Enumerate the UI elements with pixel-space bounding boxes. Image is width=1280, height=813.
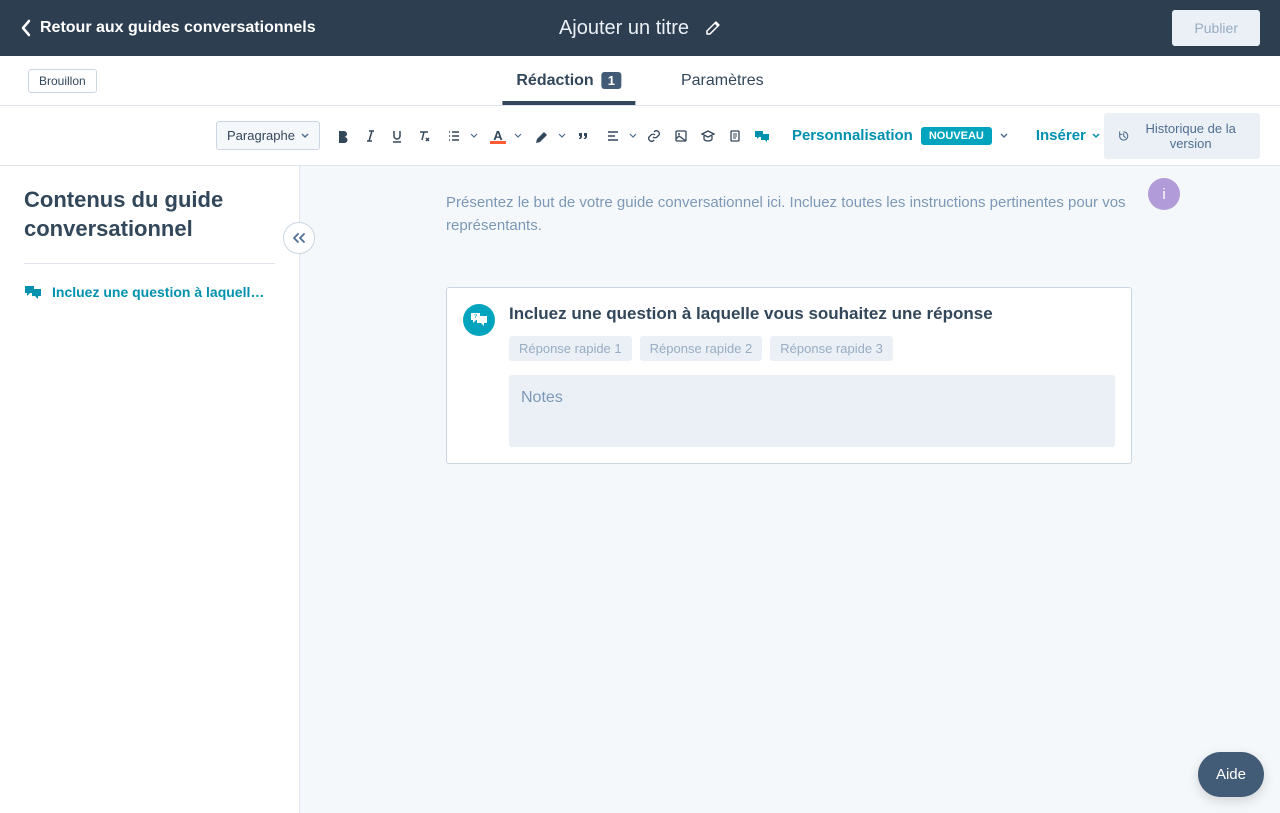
quote-icon	[576, 129, 590, 143]
quick-answer-2[interactable]: Réponse rapide 2	[640, 336, 763, 361]
document-button[interactable]	[724, 122, 747, 150]
text-color-dropdown[interactable]	[512, 133, 524, 138]
chevron-down-icon	[514, 133, 522, 138]
main-area: Contenus du guide conversationnel Inclue…	[0, 166, 1280, 813]
personalisation-button[interactable]: Personnalisation NOUVEAU	[792, 127, 1008, 145]
back-label: Retour aux guides conversationnels	[40, 19, 316, 37]
chevron-down-icon	[558, 133, 566, 138]
paragraph-label: Paragraphe	[227, 128, 295, 143]
clear-format-icon	[417, 129, 431, 143]
underline-icon	[390, 129, 404, 143]
link-icon	[647, 129, 661, 143]
chat-icon	[24, 284, 42, 300]
history-label: Historique de la version	[1135, 121, 1246, 151]
insert-button[interactable]: Insérer	[1036, 127, 1100, 144]
highlight-button[interactable]	[528, 122, 556, 150]
subheader: Brouillon Rédaction 1 Paramètres	[0, 56, 1280, 106]
back-link[interactable]: Retour aux guides conversationnels	[20, 19, 316, 37]
status-badge: Brouillon	[28, 69, 97, 93]
align-dropdown[interactable]	[627, 133, 639, 138]
history-button[interactable]: Historique de la version	[1104, 113, 1260, 159]
new-badge: NOUVEAU	[921, 127, 992, 145]
quote-button[interactable]	[572, 122, 595, 150]
intro-placeholder[interactable]: Présentez le but de votre guide conversa…	[446, 192, 1126, 237]
clear-format-button[interactable]	[413, 122, 436, 150]
list-dropdown[interactable]	[468, 133, 480, 138]
editor-content[interactable]: i Présentez le but de votre guide conver…	[300, 166, 1280, 813]
question-card-icon: ?	[463, 304, 495, 336]
personalisation-label: Personnalisation	[792, 127, 913, 144]
svg-text:?: ?	[474, 314, 477, 320]
editor-toolbar: Paragraphe A Personnalisation NOUVEAU In…	[0, 106, 1280, 166]
history-icon	[1118, 129, 1129, 143]
quick-answer-1[interactable]: Réponse rapide 1	[509, 336, 632, 361]
chevron-down-icon	[470, 133, 478, 138]
underline-button[interactable]	[386, 122, 409, 150]
image-button[interactable]	[670, 122, 693, 150]
align-icon	[606, 129, 620, 143]
tab-redaction-badge: 1	[602, 72, 621, 89]
tab-redaction[interactable]: Rédaction 1	[516, 56, 621, 105]
list-icon	[447, 129, 461, 143]
chevron-down-icon	[301, 133, 309, 139]
sidebar: Contenus du guide conversationnel Inclue…	[0, 166, 300, 813]
italic-button[interactable]	[359, 122, 382, 150]
chat-button[interactable]	[751, 122, 774, 150]
chevron-down-icon	[1000, 133, 1008, 139]
chevron-down-icon	[629, 133, 637, 138]
pencil-icon	[705, 20, 721, 36]
bold-icon	[336, 129, 350, 143]
question-card[interactable]: ? Incluez une question à laquelle vous s…	[446, 287, 1132, 464]
highlight-icon	[535, 129, 549, 143]
tab-parametres-label: Paramètres	[681, 72, 764, 90]
list-button[interactable]	[440, 122, 468, 150]
quick-answer-3[interactable]: Réponse rapide 3	[770, 336, 893, 361]
text-color-button[interactable]: A	[484, 122, 512, 150]
question-body: Incluez une question à laquelle vous sou…	[509, 304, 1115, 447]
avatar[interactable]: i	[1148, 178, 1180, 210]
italic-icon	[363, 129, 377, 143]
page-title[interactable]: Ajouter un titre	[559, 17, 689, 40]
image-icon	[674, 129, 688, 143]
sidebar-item-label: Incluez une question à laquell…	[52, 284, 264, 300]
tabs: Rédaction 1 Paramètres	[516, 56, 763, 105]
edit-title-button[interactable]	[705, 20, 721, 36]
chevron-left-icon	[20, 19, 32, 37]
highlight-dropdown[interactable]	[556, 133, 568, 138]
chevron-down-icon	[1092, 133, 1100, 139]
sidebar-title: Contenus du guide conversationnel	[24, 186, 275, 264]
insert-label: Insérer	[1036, 127, 1086, 144]
sidebar-item-question[interactable]: Incluez une question à laquell…	[24, 284, 275, 300]
help-button[interactable]: Aide	[1198, 752, 1264, 797]
bold-button[interactable]	[332, 122, 355, 150]
title-area: Ajouter un titre	[559, 17, 721, 40]
graduation-icon	[701, 129, 715, 143]
text-color-bar	[490, 141, 506, 144]
chat-question-icon: ?	[470, 312, 488, 328]
notes-input[interactable]: Notes	[509, 375, 1115, 447]
tab-parametres[interactable]: Paramètres	[681, 56, 764, 105]
publish-button[interactable]: Publier	[1172, 10, 1260, 46]
align-button[interactable]	[599, 122, 627, 150]
quick-answers: Réponse rapide 1 Réponse rapide 2 Répons…	[509, 336, 1115, 361]
app-header: Retour aux guides conversationnels Ajout…	[0, 0, 1280, 56]
paragraph-style-select[interactable]: Paragraphe	[216, 121, 320, 150]
question-title[interactable]: Incluez une question à laquelle vous sou…	[509, 304, 1115, 324]
tab-redaction-label: Rédaction	[516, 72, 593, 90]
knowledge-button[interactable]	[697, 122, 720, 150]
link-button[interactable]	[643, 122, 666, 150]
chat-bubbles-icon	[754, 129, 770, 143]
document-icon	[728, 129, 742, 143]
